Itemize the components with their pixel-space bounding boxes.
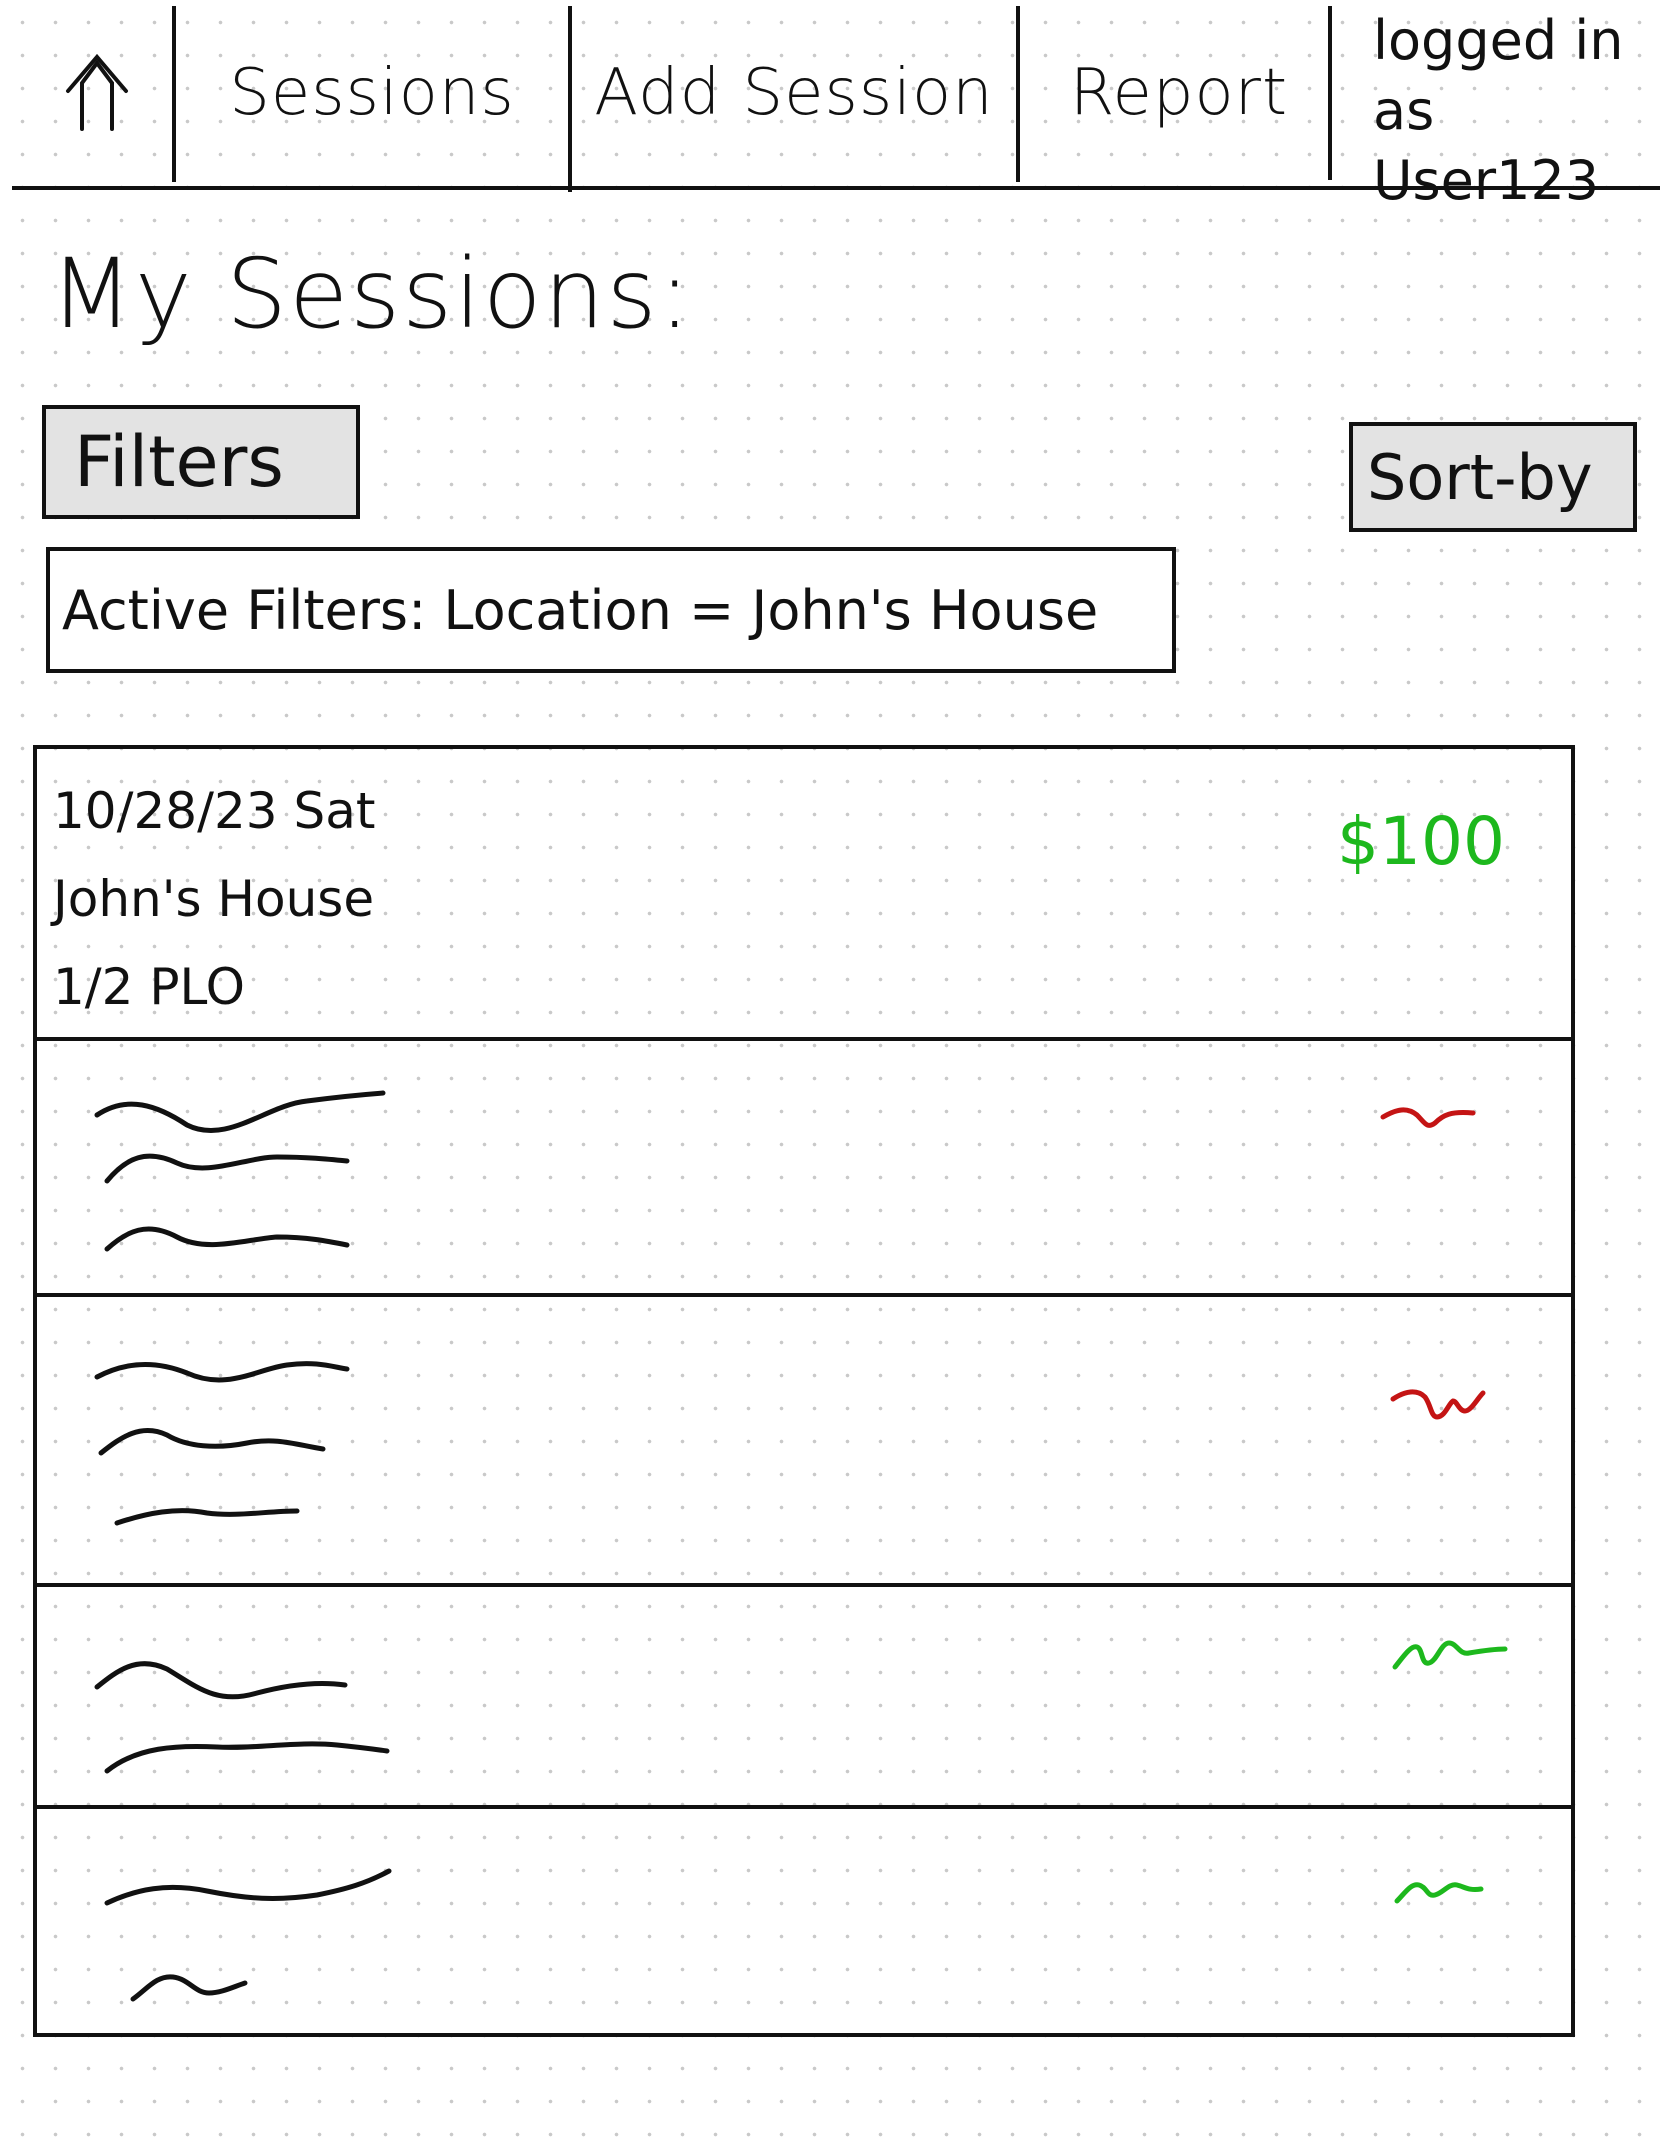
session-details: 10/28/23 Sat John's House 1/2 PLO (53, 767, 375, 1031)
placeholder-text-lines (94, 1361, 350, 1526)
nav-report[interactable]: Report (1020, 0, 1338, 186)
nav-add-session[interactable]: Add Session (572, 0, 1016, 186)
logged-in-label: logged in as (1373, 9, 1624, 142)
nav-add-session-label: Add Session (594, 56, 994, 130)
active-filters-text: Active Filters: Location = John's House (62, 578, 1099, 642)
session-location: John's House (53, 870, 375, 928)
session-row[interactable] (37, 1041, 1571, 1297)
session-amount: $100 (1337, 803, 1505, 880)
top-nav: Sessions Add Session Report logged in as… (12, 0, 1660, 212)
username: User123 (1373, 149, 1600, 212)
session-row[interactable] (37, 1297, 1571, 1587)
page-title: My Sessions: (50, 238, 693, 350)
amount-placeholder-negative (1380, 1107, 1476, 1128)
nav-report-label: Report (1069, 56, 1289, 130)
sort-by-button-label: Sort-by (1367, 440, 1593, 514)
logged-in-user: logged in as User123 (1357, 0, 1657, 212)
session-list: 10/28/23 Sat John's House 1/2 PLO $100 (33, 745, 1575, 2037)
nav-sessions[interactable]: Sessions (176, 0, 568, 186)
amount-placeholder-negative (1390, 1389, 1486, 1420)
session-row[interactable] (37, 1809, 1571, 2033)
home-icon[interactable] (22, 0, 172, 186)
placeholder-text-lines (94, 1090, 386, 1252)
placeholder-text-lines (94, 1661, 390, 1774)
filters-button[interactable]: Filters (42, 405, 360, 519)
amount-placeholder-positive (1392, 1640, 1508, 1670)
nav-sessions-label: Sessions (229, 56, 515, 130)
filters-button-label: Filters (74, 421, 284, 503)
session-date: 10/28/23 Sat (53, 782, 376, 840)
active-filters-box: Active Filters: Location = John's House (46, 547, 1176, 673)
session-row[interactable] (37, 1587, 1571, 1809)
session-row[interactable]: 10/28/23 Sat John's House 1/2 PLO $100 (37, 749, 1571, 1041)
nav-divider (1328, 6, 1332, 180)
amount-placeholder-positive (1394, 1882, 1484, 1904)
sort-by-button[interactable]: Sort-by (1349, 422, 1637, 532)
session-game: 1/2 PLO (53, 958, 245, 1016)
placeholder-text-lines (104, 1868, 392, 2002)
